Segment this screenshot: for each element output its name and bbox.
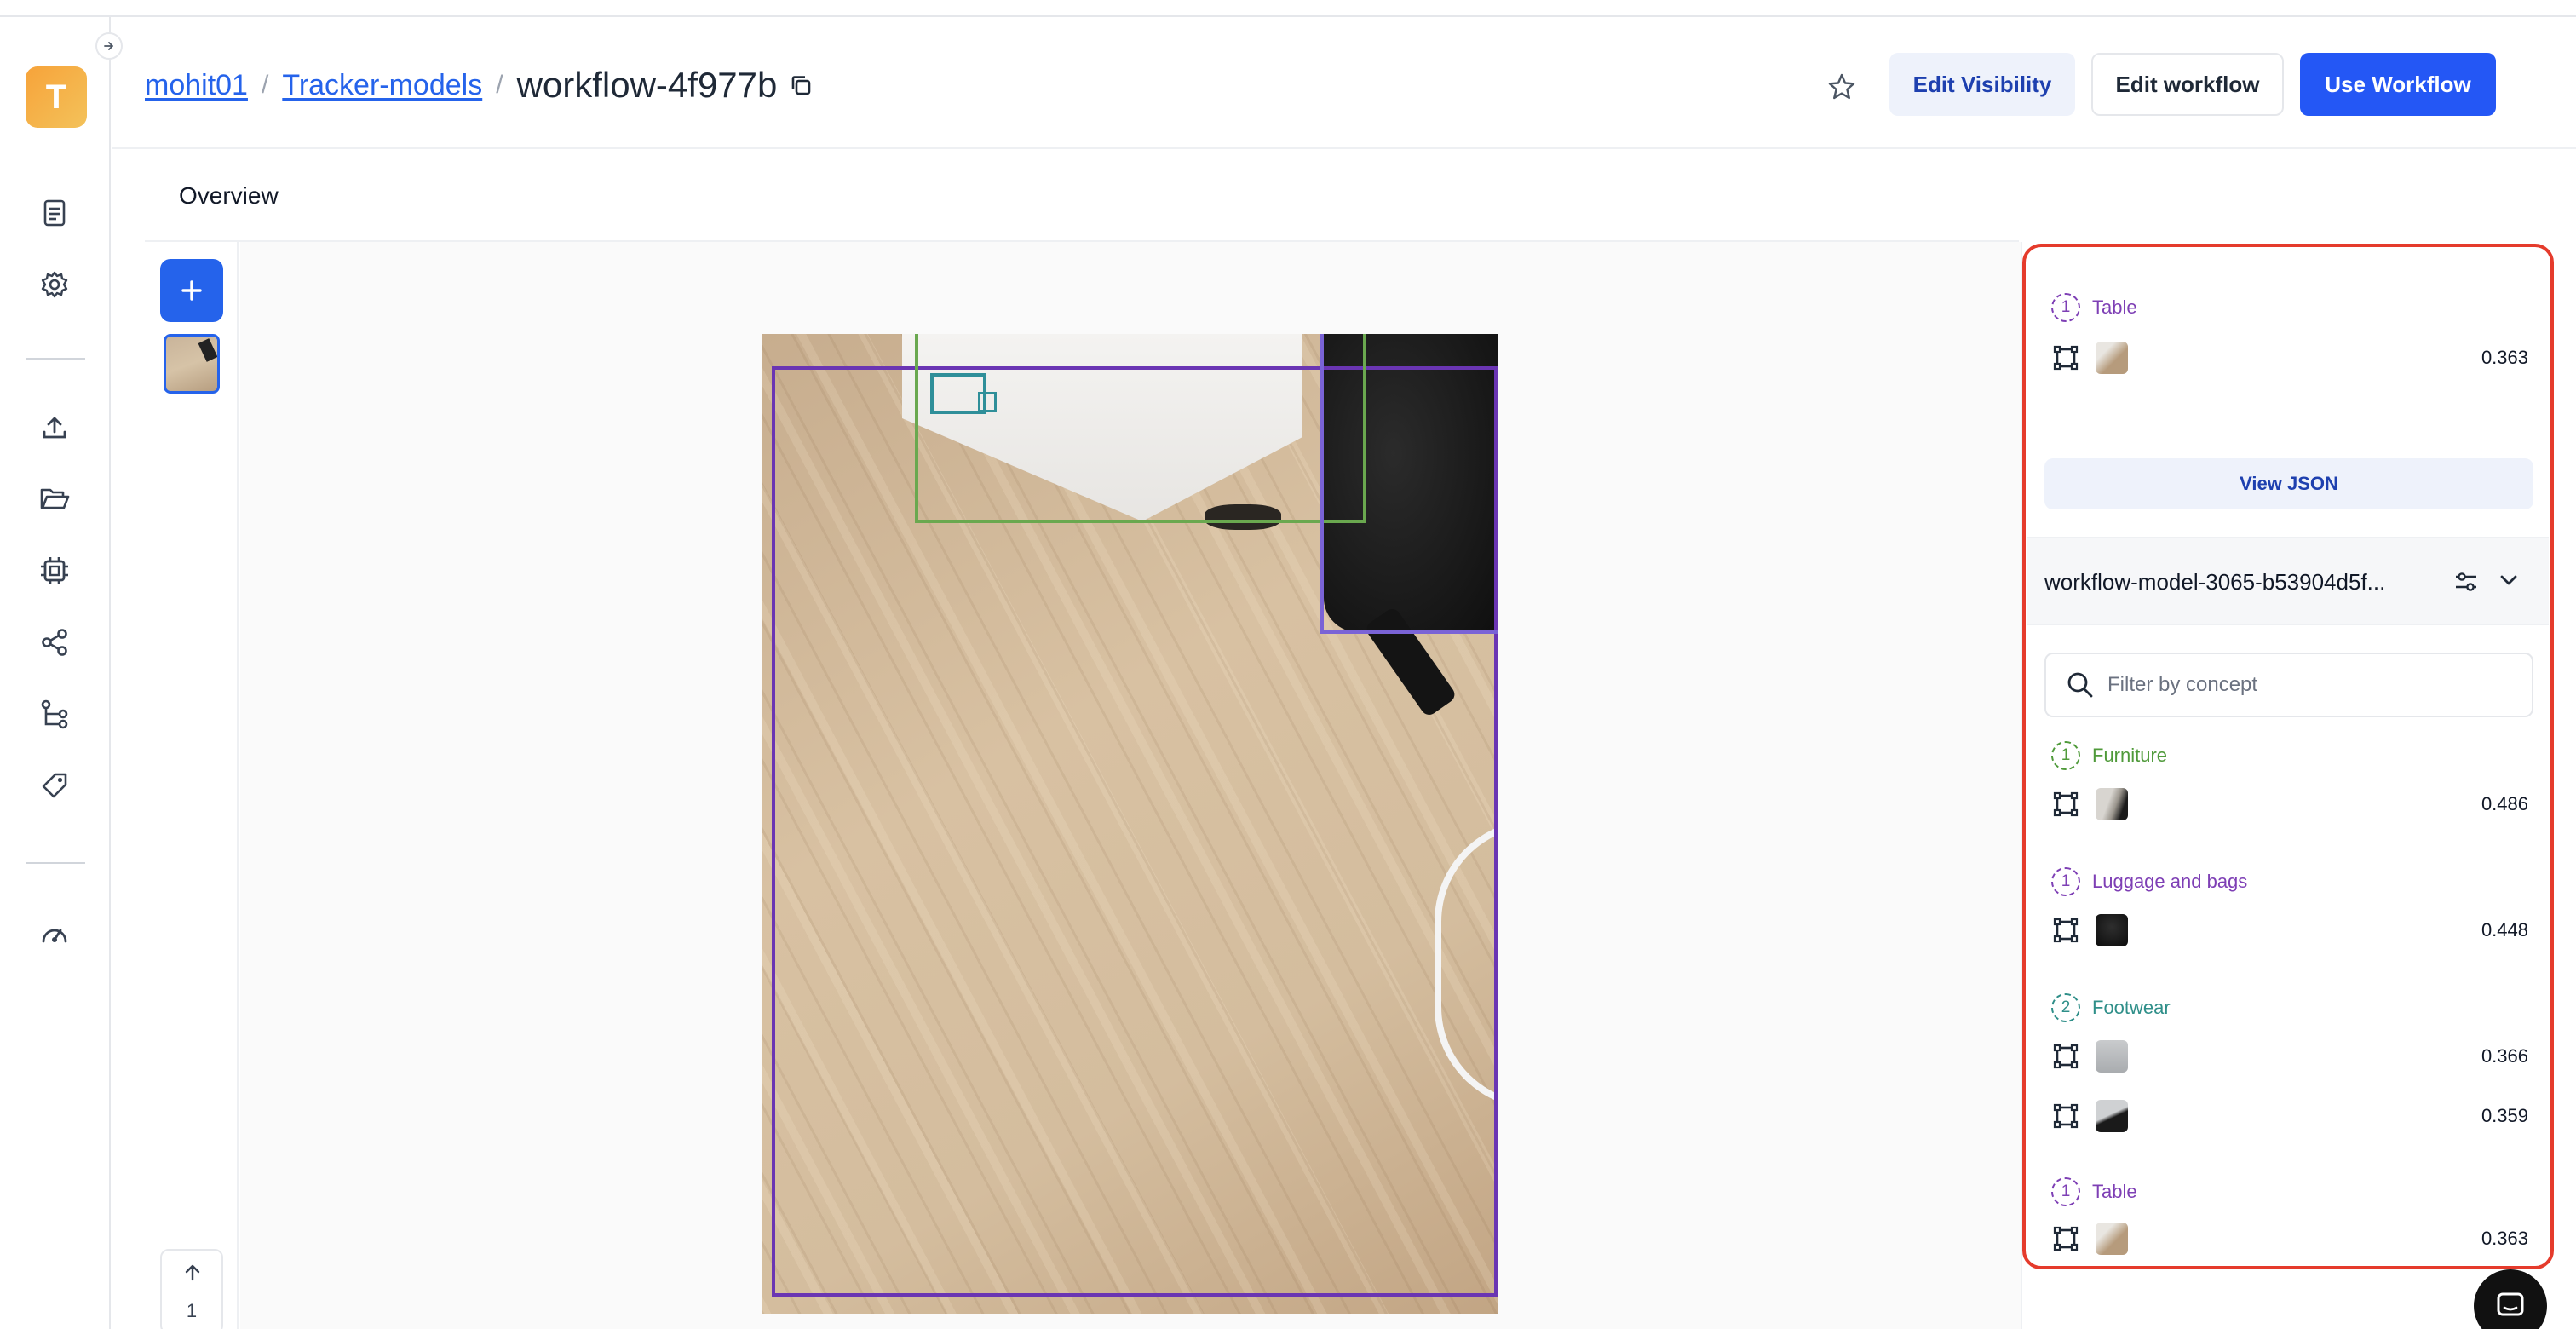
detection-score: 0.363	[2481, 347, 2528, 368]
input-image[interactable]	[762, 334, 1498, 1314]
window-top-edge	[0, 0, 2576, 17]
page-title: workflow-4f977b	[516, 65, 778, 105]
concept-filter[interactable]	[2044, 653, 2533, 717]
concept-label[interactable]: Furniture	[2092, 745, 2167, 767]
breadcrumb: mohit01 / Tracker-models / workflow-4f97…	[145, 65, 814, 106]
detection-row[interactable]: 0.366	[2051, 1039, 2528, 1073]
upload-icon[interactable]	[34, 407, 75, 448]
edit-workflow-button[interactable]: Edit workflow	[2091, 53, 2284, 116]
add-input-button[interactable]	[160, 259, 223, 322]
concept-count-badge: 1	[2051, 293, 2080, 322]
bounding-box-icon	[2051, 343, 2080, 372]
detection-thumbnail	[2096, 1223, 2128, 1255]
star-icon[interactable]	[1816, 61, 1867, 112]
left-sidebar: T	[0, 17, 111, 1329]
breadcrumb-separator: /	[261, 71, 269, 99]
detection-row[interactable]: 0.359	[2051, 1099, 2528, 1133]
model-section-header[interactable]: workflow-model-3065-b53904d5f...	[2027, 537, 2549, 625]
bounding-box-icon	[2051, 790, 2080, 819]
chat-icon	[2497, 1292, 2524, 1316]
model-name: workflow-model-3065-b53904d5f...	[2044, 569, 2386, 595]
app-logo-letter: T	[45, 78, 67, 116]
concept-header-footwear: 2 Footwear	[2051, 993, 2171, 1022]
edit-visibility-button[interactable]: Edit Visibility	[1889, 53, 2075, 116]
breadcrumb-app-link[interactable]: Tracker-models	[282, 69, 482, 102]
detection-score: 0.448	[2481, 919, 2528, 941]
detection-thumbnail	[2096, 914, 2128, 946]
concept-label[interactable]: Table	[2092, 1181, 2137, 1203]
copy-icon[interactable]	[787, 72, 814, 99]
arrow-right-icon	[104, 42, 113, 50]
bounding-box-icon	[2051, 1042, 2080, 1071]
bbox-footwear[interactable]	[978, 392, 997, 412]
bounding-box-icon	[2051, 1224, 2080, 1253]
chip-icon[interactable]	[34, 550, 75, 591]
concept-header-table: 1 Table	[2051, 1177, 2137, 1206]
page-number: 1	[186, 1300, 198, 1321]
folder-icon[interactable]	[34, 479, 75, 520]
detection-thumbnail	[2096, 1040, 2128, 1073]
sidebar-divider	[26, 862, 85, 864]
use-workflow-button[interactable]: Use Workflow	[2300, 53, 2496, 116]
detection-score: 0.366	[2481, 1045, 2528, 1067]
input-thumbnail-column: 1	[145, 242, 239, 1329]
concept-count-badge: 1	[2051, 1177, 2080, 1206]
detection-row[interactable]: 0.486	[2051, 787, 2528, 821]
detection-row[interactable]: 0.448	[2051, 913, 2528, 947]
image-canvas[interactable]	[240, 242, 2021, 1329]
gauge-icon[interactable]	[34, 913, 75, 954]
page-navigator: 1	[160, 1249, 223, 1329]
results-scroll-area[interactable]: 1 Table 0.363 View JSON workflow-model-3…	[2027, 249, 2549, 1264]
breadcrumb-separator: /	[496, 71, 503, 99]
gear-icon[interactable]	[34, 264, 75, 305]
chevron-down-icon[interactable]	[2496, 567, 2521, 597]
concept-count-badge: 2	[2051, 993, 2080, 1022]
concept-count-badge: 1	[2051, 741, 2080, 770]
detection-score: 0.363	[2481, 1228, 2528, 1249]
concept-header-furniture: 1 Furniture	[2051, 741, 2167, 770]
detection-row[interactable]: 0.363	[2051, 341, 2528, 375]
app-logo[interactable]: T	[26, 66, 87, 128]
sidebar-collapse-button[interactable]	[95, 32, 123, 60]
detection-thumbnail	[2096, 788, 2128, 820]
plus-icon	[181, 280, 202, 301]
concept-header-luggage: 1 Luggage and bags	[2051, 867, 2247, 896]
concept-filter-input[interactable]	[2107, 673, 2499, 697]
bbox-furniture[interactable]	[915, 334, 1366, 523]
document-icon[interactable]	[34, 193, 75, 233]
bbox-luggage[interactable]	[1320, 334, 1498, 634]
arrow-up-icon[interactable]	[182, 1263, 203, 1283]
concept-label[interactable]: Luggage and bags	[2092, 871, 2247, 893]
detection-row[interactable]: 0.363	[2051, 1222, 2528, 1256]
detection-score: 0.486	[2481, 793, 2528, 814]
share-icon[interactable]	[34, 622, 75, 663]
view-json-button[interactable]: View JSON	[2044, 458, 2533, 509]
tab-overview[interactable]: Overview	[179, 182, 279, 210]
input-thumbnail[interactable]	[164, 334, 220, 394]
concept-count-badge: 1	[2051, 867, 2080, 896]
workflow-icon[interactable]	[34, 693, 75, 734]
page-header: mohit01 / Tracker-models / workflow-4f97…	[112, 17, 2576, 149]
bounding-box-icon	[2051, 1102, 2080, 1131]
search-icon	[2065, 670, 2096, 700]
bounding-box-icon	[2051, 916, 2080, 945]
detection-thumbnail	[2096, 1100, 2128, 1132]
breadcrumb-user-link[interactable]: mohit01	[145, 69, 248, 102]
detection-score: 0.359	[2481, 1105, 2528, 1126]
tag-icon[interactable]	[34, 765, 75, 806]
sidebar-divider	[26, 358, 85, 360]
settings-sliders-icon[interactable]	[2453, 569, 2479, 599]
concept-label[interactable]: Table	[2092, 296, 2137, 319]
concept-header-table: 1 Table	[2051, 293, 2137, 322]
detection-thumbnail	[2096, 342, 2128, 374]
concept-label[interactable]: Footwear	[2092, 997, 2171, 1019]
